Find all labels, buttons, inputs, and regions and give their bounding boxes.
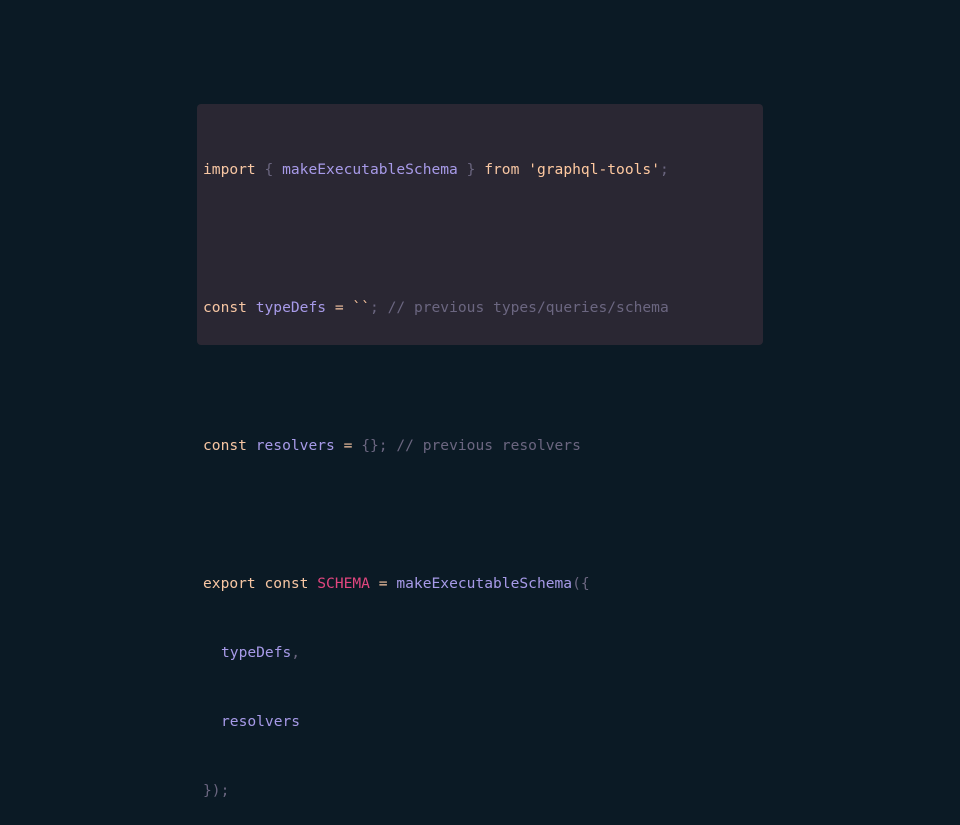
comment: // previous resolvers bbox=[396, 437, 581, 454]
brace-paren-close: }); bbox=[203, 782, 230, 799]
paren-brace-open: ({ bbox=[572, 575, 590, 592]
code-block: import { makeExecutableSchema } from 'gr… bbox=[197, 104, 763, 799]
semicolon: ; bbox=[378, 437, 388, 454]
keyword-const: const bbox=[203, 437, 247, 454]
identifier-resolvers: resolvers bbox=[255, 437, 335, 454]
operator-assign: = bbox=[343, 437, 353, 454]
empty-object: {} bbox=[361, 437, 379, 454]
constant-schema: SCHEMA bbox=[317, 575, 370, 592]
brace-close: } bbox=[466, 161, 476, 178]
property-typedefs: typeDefs bbox=[221, 644, 292, 661]
brace-open: { bbox=[264, 161, 274, 178]
comma: , bbox=[291, 644, 301, 661]
identifier-makeexecutableschema: makeExecutableSchema bbox=[282, 161, 458, 178]
comment: // previous types/queries/schema bbox=[387, 299, 669, 316]
keyword-import: import bbox=[203, 161, 256, 178]
string-template: `` bbox=[352, 299, 370, 316]
code-line-typedefs-prop: typeDefs, bbox=[203, 641, 757, 664]
code-line-resolvers-prop: resolvers bbox=[203, 710, 757, 733]
keyword-export: export bbox=[203, 575, 256, 592]
keyword-from: from bbox=[484, 161, 520, 178]
operator-assign: = bbox=[378, 575, 388, 592]
code-line-close: }); bbox=[203, 779, 757, 802]
code-line-typedefs: const typeDefs = ``; // previous types/q… bbox=[203, 296, 757, 319]
string-module: 'graphql-tools' bbox=[528, 161, 660, 178]
keyword-const: const bbox=[264, 575, 309, 592]
identifier-typedefs: typeDefs bbox=[255, 299, 327, 316]
keyword-const: const bbox=[203, 299, 247, 316]
semicolon: ; bbox=[370, 299, 379, 316]
code-line-resolvers: const resolvers = {}; // previous resolv… bbox=[203, 434, 757, 457]
semicolon: ; bbox=[659, 161, 669, 178]
operator-assign: = bbox=[334, 299, 344, 316]
code-line-import: import { makeExecutableSchema } from 'gr… bbox=[203, 158, 757, 181]
function-call: makeExecutableSchema bbox=[396, 575, 573, 592]
property-resolvers: resolvers bbox=[221, 713, 301, 730]
code-line-export: export const SCHEMA = makeExecutableSche… bbox=[203, 572, 757, 595]
